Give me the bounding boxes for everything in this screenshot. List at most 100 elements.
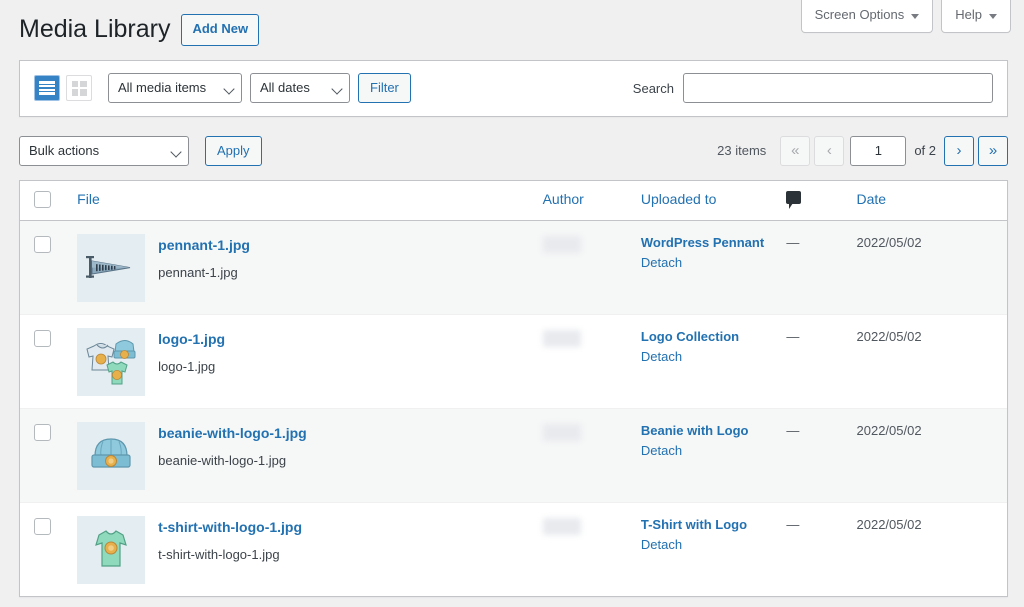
help-label: Help — [955, 7, 982, 22]
column-header-comments[interactable] — [786, 180, 857, 221]
detach-link[interactable]: Detach — [641, 254, 786, 273]
help-button[interactable]: Help — [941, 0, 1011, 33]
prev-page-button: ‹ — [814, 135, 845, 166]
file-meta: pennant-1.jpg pennant-1.jpg — [158, 234, 250, 283]
t-shirt-thumbnail[interactable] — [77, 515, 146, 584]
column-header-uploaded-to[interactable]: Uploaded to — [640, 180, 787, 221]
uploaded-to-cell: Beanie with Logo Detach — [640, 407, 787, 502]
author-cell — [542, 313, 641, 408]
file-title-link[interactable]: beanie-with-logo-1.jpg — [158, 424, 307, 444]
uploaded-to-cell: WordPress Pennant Detach — [640, 220, 787, 314]
file-name-text: t-shirt-with-logo-1.jpg — [158, 547, 280, 563]
column-header-date[interactable]: Date — [856, 180, 1007, 221]
table-row: t-shirt-with-logo-1.jpg t-shirt-with-log… — [20, 501, 1007, 596]
chevron-down-icon — [989, 13, 997, 19]
bulk-actions-group: Bulk actions Apply — [19, 135, 262, 166]
author-link-redacted[interactable] — [542, 423, 581, 441]
comments-count: — — [786, 234, 800, 250]
search-label: Search — [632, 80, 674, 96]
logo-collection-icon — [86, 339, 136, 384]
media-table-wrapper: File Author Uploaded to Date pennant-1.j… — [19, 179, 1008, 597]
next-page-button[interactable]: › — [944, 135, 974, 166]
media-type-filter[interactable]: All media items — [108, 73, 242, 103]
author-link-redacted[interactable] — [542, 235, 581, 253]
media-list-table: File Author Uploaded to Date pennant-1.j… — [20, 180, 1007, 596]
file-cell: t-shirt-with-logo-1.jpg t-shirt-with-log… — [77, 501, 543, 596]
detach-link[interactable]: Detach — [641, 442, 786, 461]
file-title-link[interactable]: logo-1.jpg — [158, 330, 225, 350]
row-checkbox[interactable] — [34, 329, 51, 347]
file-cell: pennant-1.jpg pennant-1.jpg — [77, 220, 543, 314]
view-mode-switch — [34, 75, 92, 101]
file-cell: logo-1.jpg logo-1.jpg — [77, 313, 543, 408]
uploaded-to-link[interactable]: Beanie with Logo — [641, 422, 786, 441]
row-select-cell — [20, 313, 78, 408]
date-filter-wrap: All dates — [250, 73, 350, 103]
list-view-icon[interactable] — [34, 75, 60, 101]
screen-meta-links: Screen Options Help — [800, 0, 1011, 33]
column-header-file[interactable]: File — [77, 180, 543, 221]
first-page-button: « — [780, 135, 811, 166]
tablenav-top: Bulk actions Apply 23 items « ‹ of 2 › » — [19, 131, 1008, 171]
table-row: pennant-1.jpg pennant-1.jpg WordPress Pe… — [20, 220, 1007, 314]
column-header-author[interactable]: Author — [542, 180, 641, 221]
uploaded-to-link[interactable]: Logo Collection — [641, 328, 786, 347]
beanie-thumbnail[interactable] — [77, 421, 146, 490]
add-new-button[interactable]: Add New — [181, 14, 260, 47]
author-link-redacted[interactable] — [542, 517, 581, 535]
pagination: 23 items « ‹ of 2 › » — [717, 135, 1008, 166]
file-title-link[interactable]: pennant-1.jpg — [158, 236, 250, 256]
comment-bubble-icon — [786, 191, 802, 209]
items-count: 23 items — [717, 143, 767, 158]
comments-cell: — — [786, 501, 857, 596]
page-title: Media Library — [19, 15, 171, 43]
current-page-input[interactable] — [850, 135, 907, 166]
date-cell: 2022/05/02 — [856, 501, 1007, 596]
detach-link[interactable]: Detach — [641, 536, 786, 555]
chevron-down-icon — [911, 13, 920, 19]
file-title-link[interactable]: t-shirt-with-logo-1.jpg — [158, 518, 302, 538]
screen-options-label: Screen Options — [814, 7, 905, 22]
last-page-button[interactable]: » — [978, 135, 1008, 166]
media-filter-bar: All media items All dates Filter Search — [19, 59, 1008, 117]
bulk-actions-select[interactable]: Bulk actions — [19, 135, 189, 166]
search-block: Search — [633, 73, 993, 103]
logo-collection-thumbnail[interactable] — [77, 327, 146, 396]
apply-button[interactable]: Apply — [205, 135, 262, 166]
filter-button[interactable]: Filter — [358, 73, 411, 103]
total-pages-label: of 2 — [914, 143, 936, 158]
row-select-cell — [20, 407, 78, 502]
row-checkbox[interactable] — [34, 423, 51, 441]
row-checkbox[interactable] — [34, 235, 51, 253]
uploaded-to-link[interactable]: T-Shirt with Logo — [641, 516, 786, 535]
detach-link[interactable]: Detach — [641, 348, 786, 367]
date-cell: 2022/05/02 — [856, 220, 1007, 314]
file-meta: t-shirt-with-logo-1.jpg t-shirt-with-log… — [158, 516, 302, 565]
grid-view-icon[interactable] — [66, 75, 92, 101]
row-checkbox[interactable] — [34, 517, 51, 535]
pennant-icon — [86, 255, 131, 278]
file-name-text: pennant-1.jpg — [158, 265, 238, 281]
date-value: 2022/05/02 — [856, 422, 922, 438]
author-cell — [542, 501, 641, 596]
date-value: 2022/05/02 — [856, 234, 922, 250]
file-meta: beanie-with-logo-1.jpg beanie-with-logo-… — [158, 422, 307, 471]
file-meta: logo-1.jpg logo-1.jpg — [158, 328, 225, 377]
comments-count: — — [786, 328, 800, 344]
date-filter[interactable]: All dates — [250, 73, 350, 103]
grid-view-glyph — [71, 80, 87, 96]
date-cell: 2022/05/02 — [856, 407, 1007, 502]
row-select-cell — [20, 501, 78, 596]
table-body: pennant-1.jpg pennant-1.jpg WordPress Pe… — [20, 220, 1007, 596]
author-link-redacted[interactable] — [542, 329, 581, 347]
select-all-checkbox[interactable] — [34, 190, 51, 208]
date-value: 2022/05/02 — [856, 328, 922, 344]
row-select-cell — [20, 220, 78, 314]
bulk-actions-wrap: Bulk actions — [19, 135, 189, 166]
uploaded-to-link[interactable]: WordPress Pennant — [641, 234, 786, 253]
search-input[interactable] — [683, 73, 993, 103]
pennant-thumbnail[interactable] — [77, 233, 146, 302]
author-cell — [542, 407, 641, 502]
uploaded-to-cell: Logo Collection Detach — [640, 313, 787, 408]
screen-options-button[interactable]: Screen Options — [800, 0, 934, 33]
